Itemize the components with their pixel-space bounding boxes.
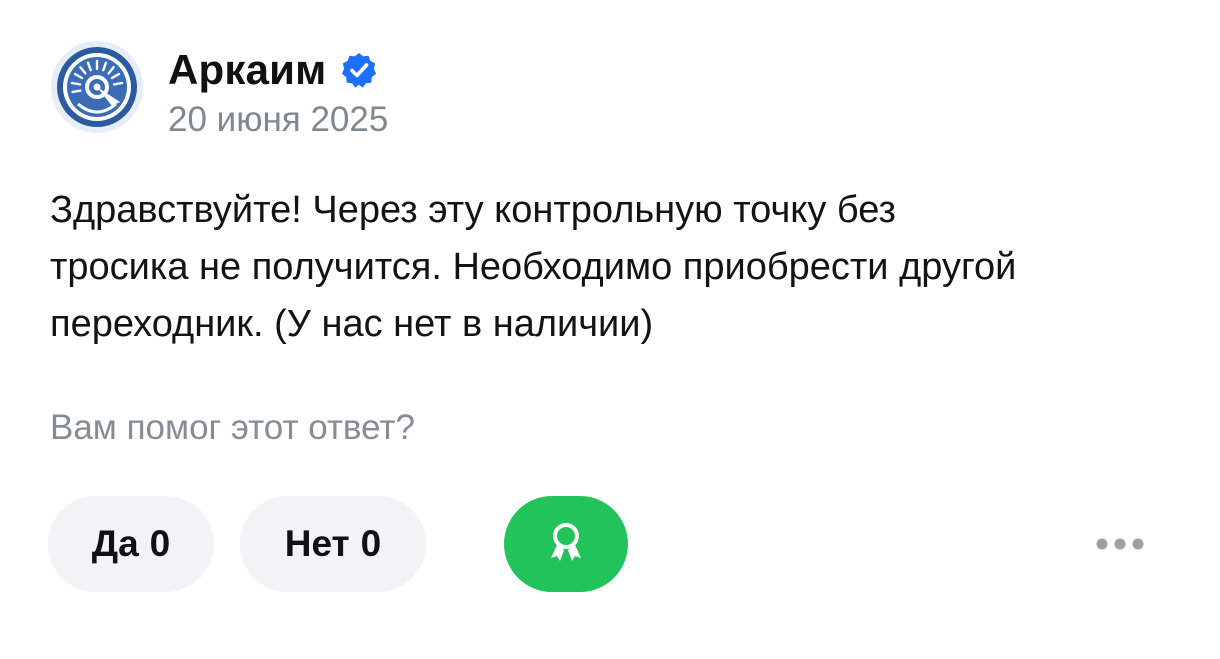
avatar[interactable] (50, 40, 144, 134)
helpful-yes-button[interactable]: Да 0 (48, 496, 214, 592)
more-dots-icon (1096, 538, 1144, 550)
author-name[interactable]: Аркаим (168, 46, 326, 94)
answer-card: Аркаим 20 июня 2025 Здравствуйте! Через … (0, 0, 1220, 659)
verified-check-icon (342, 53, 377, 88)
author-name-row: Аркаим (168, 44, 388, 96)
author-info: Аркаим 20 июня 2025 (168, 44, 388, 140)
helpful-question: Вам помог этот ответ? (50, 408, 415, 447)
answer-text-line: переходник. (У нас нет в наличии) (50, 303, 654, 345)
helpful-no-button[interactable]: Нет 0 (240, 496, 426, 592)
more-options-button[interactable] (1088, 528, 1152, 560)
answer-header: Аркаим 20 июня 2025 (50, 40, 388, 140)
helpful-yes-label: Да (91, 523, 139, 564)
award-badge-icon (551, 523, 581, 561)
answer-date: 20 июня 2025 (168, 100, 389, 139)
helpful-yes-count: 0 (149, 523, 171, 564)
answer-text-line: Здравствуйте! Через эту контрольную точк… (50, 189, 896, 231)
answer-text-line: тросика не получится. Необходимо приобре… (50, 246, 1017, 288)
helpful-no-label: Нет (284, 523, 350, 564)
reward-button[interactable] (504, 496, 628, 592)
answer-text: Здравствуйте! Через эту контрольную точк… (50, 182, 1190, 353)
feedback-actions: Да 0 Нет 0 (48, 496, 628, 592)
helpful-no-count: 0 (360, 523, 382, 564)
